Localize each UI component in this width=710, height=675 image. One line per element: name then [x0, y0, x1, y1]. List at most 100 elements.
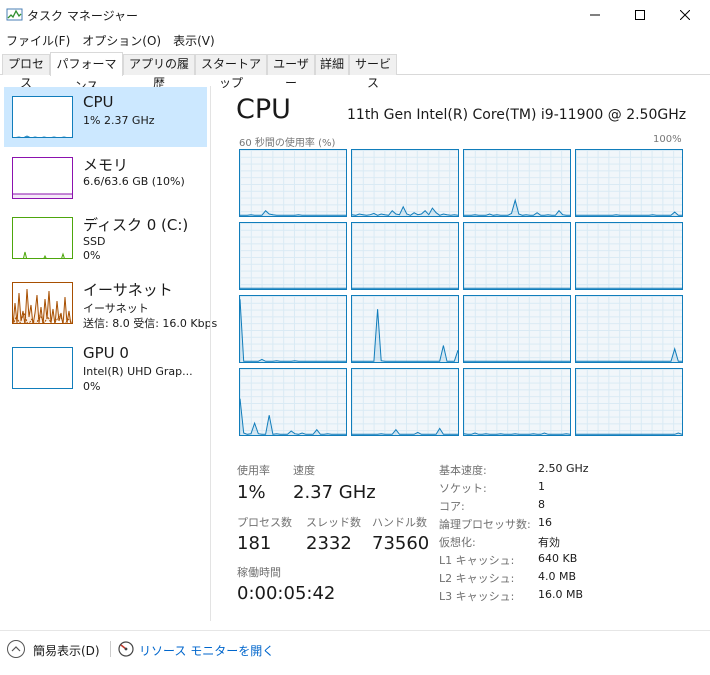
menu-view[interactable]: 表示(V) [167, 30, 221, 50]
spec-value: 640 KB [538, 552, 578, 565]
core-graph-12 [239, 368, 347, 436]
handles-label: ハンドル数 [372, 516, 427, 529]
task-manager-app-icon [6, 7, 24, 23]
chevron-up-icon[interactable] [7, 640, 25, 658]
resource-item-ethernet[interactable]: イーサネット イーサネット 送信: 8.0 受信: 16.0 Kbps [4, 273, 217, 333]
core-usage-area [576, 348, 682, 362]
graph-max-label: 100% [653, 134, 682, 145]
processes-value: 181 [237, 533, 272, 554]
spec-key: コア: [439, 500, 465, 513]
minimize-button[interactable] [572, 0, 618, 30]
cpu-model-name: 11th Gen Intel(R) Core(TM) i9-11900 @ 2.… [347, 107, 687, 123]
resource-sub: イーサネット [83, 302, 149, 315]
cpu-thumbnail-graph [12, 96, 73, 138]
window-title: タスク マネージャー [27, 9, 138, 23]
core-graph-0 [239, 149, 347, 217]
resource-sub: 6.6/63.6 GB (10%) [83, 175, 185, 188]
tab-performance[interactable]: パフォーマンス [50, 52, 123, 93]
ethernet-thumbnail-graph [12, 282, 73, 324]
core-graph-2 [463, 149, 571, 217]
core-graph-1 [351, 149, 459, 217]
core-usage-area [352, 309, 458, 362]
spec-value: 有効 [538, 536, 560, 549]
threads-label: スレッド数 [306, 516, 361, 529]
speed-label: 速度 [293, 464, 315, 477]
tab-startup[interactable]: スタートアップ [195, 54, 267, 90]
spec-key: L2 キャッシュ: [439, 572, 515, 585]
resource-name: GPU 0 [83, 344, 129, 362]
uptime-value: 0:00:05:42 [237, 583, 336, 604]
fewer-details-button[interactable]: 簡易表示(D) [33, 642, 100, 659]
processes-label: プロセス数 [237, 516, 292, 529]
resource-item-cpu[interactable]: CPU 1% 2.37 GHz [4, 87, 207, 147]
tab-services[interactable]: サービス [349, 54, 397, 90]
menu-options[interactable]: オプション(O) [76, 30, 167, 50]
handles-value: 73560 [372, 533, 430, 554]
core-graph-6 [463, 222, 571, 290]
spec-key: 論理プロセッサ数: [439, 518, 531, 531]
core-graph-9 [351, 295, 459, 363]
graph-caption: 60 秒間の使用率 (%) [239, 138, 336, 149]
tab-users[interactable]: ユーザー [267, 54, 315, 90]
core-usage-line [464, 432, 570, 435]
footer-bar: 簡易表示(D) リソース モニターを開く [0, 638, 710, 662]
core-usage-line [576, 211, 682, 216]
speed-value: 2.37 GHz [293, 482, 376, 503]
core-usage-area [240, 299, 346, 362]
resource-item-disk[interactable]: ディスク 0 (C:) SSD 0% [4, 208, 207, 268]
core-usage-area [240, 398, 346, 435]
core-usage-line [576, 432, 682, 435]
spec-value: 16.0 MB [538, 588, 584, 601]
spec-value: 1 [538, 480, 545, 493]
spec-value: 4.0 MB [538, 570, 577, 583]
tab-app-history[interactable]: アプリの履歴 [123, 54, 195, 90]
tab-details[interactable]: 詳細 [315, 54, 349, 75]
core-graph-3 [575, 149, 683, 217]
close-button[interactable] [662, 0, 708, 30]
panel-divider [210, 86, 211, 621]
detail-title: CPU [236, 94, 291, 125]
resource-sub: 送信: 8.0 受信: 16.0 Kbps [83, 317, 218, 330]
spec-key: 仮想化: [439, 536, 476, 549]
core-usage-line [240, 209, 346, 216]
open-resource-monitor-link[interactable]: リソース モニターを開く [139, 642, 274, 659]
resource-name: CPU [83, 93, 114, 111]
core-graph-4 [239, 222, 347, 290]
gpu-thumbnail-graph [12, 347, 73, 389]
core-graph-7 [575, 222, 683, 290]
spec-value: 16 [538, 516, 552, 529]
resource-sub: Intel(R) UHD Grap... [83, 365, 193, 378]
maximize-button[interactable] [617, 0, 663, 30]
core-graph-15 [575, 368, 683, 436]
resource-sub: 1% 2.37 GHz [83, 114, 155, 127]
resource-sub: 0% [83, 380, 101, 393]
utilization-value: 1% [237, 482, 266, 503]
uptime-label: 稼働時間 [237, 566, 281, 579]
spec-key: L1 キャッシュ: [439, 554, 515, 567]
resource-list: CPU 1% 2.37 GHz メモリ 6.6/63.6 GB (10%) ディ… [0, 76, 217, 621]
disk-thumbnail-graph [12, 217, 73, 259]
core-graph-11 [575, 295, 683, 363]
resource-item-memory[interactable]: メモリ 6.6/63.6 GB (10%) [4, 148, 207, 208]
resource-sub: SSD [83, 235, 106, 248]
core-graph-10 [463, 295, 571, 363]
resource-sub: 0% [83, 249, 101, 262]
core-usage-line [576, 347, 682, 362]
threads-value: 2332 [306, 533, 352, 554]
core-graph-5 [351, 222, 459, 290]
memory-thumbnail-graph [12, 157, 73, 199]
spec-value: 8 [538, 498, 545, 511]
core-graph-14 [463, 368, 571, 436]
resource-name: メモリ [83, 156, 129, 174]
resource-name: ディスク 0 (C:) [83, 216, 189, 234]
utilization-label: 使用率 [237, 464, 270, 477]
spec-key: ソケット: [439, 482, 487, 495]
tab-processes[interactable]: プロセス [2, 54, 50, 90]
resource-name: イーサネット [83, 281, 173, 299]
resource-monitor-icon [118, 641, 134, 657]
core-graph-13 [351, 368, 459, 436]
resource-item-gpu[interactable]: GPU 0 Intel(R) UHD Grap... 0% [4, 338, 207, 398]
footer-separator [110, 641, 111, 657]
menu-file[interactable]: ファイル(F) [0, 30, 76, 50]
menu-bar: ファイル(F) オプション(O) 表示(V) [0, 30, 710, 50]
